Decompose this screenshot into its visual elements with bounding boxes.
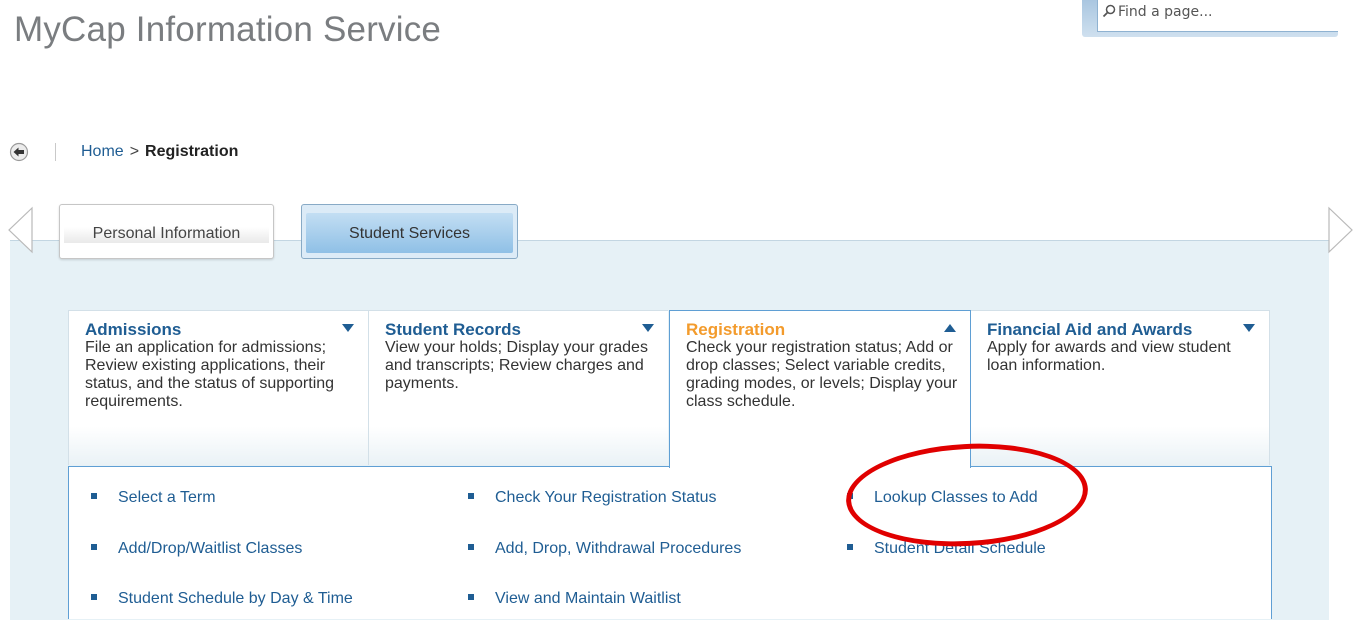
tab-personal-information[interactable]: Personal Information (59, 204, 274, 259)
category-description: File an application for admissions; Revi… (85, 339, 335, 410)
search-icon (1102, 4, 1116, 18)
category-title[interactable]: Financial Aid and Awards (987, 321, 1269, 339)
link-label: Check Your Registration Status (495, 489, 717, 506)
tab-label: Student Services (349, 225, 470, 242)
search-field-wrapper (1097, 0, 1338, 32)
link-label: Add, Drop, Withdrawal Procedures (495, 540, 742, 557)
caret-down-icon[interactable] (1243, 324, 1255, 332)
category-description: Check your registration status; Add or d… (686, 339, 958, 410)
link-label: Student Schedule by Day & Time (118, 590, 353, 607)
link-label: Select a Term (118, 489, 216, 506)
link-lookup-classes[interactable]: Lookup Classes to Add (847, 489, 1038, 507)
breadcrumb-home-link[interactable]: Home (81, 143, 124, 160)
back-arrow-icon[interactable] (9, 142, 29, 162)
category-admissions[interactable]: Admissions File an application for admis… (68, 310, 368, 465)
category-description: View your holds; Display your grades and… (385, 339, 648, 392)
page-title: MyCap Information Service (14, 10, 442, 49)
link-label: Lookup Classes to Add (874, 489, 1038, 506)
breadcrumb-divider (55, 143, 56, 161)
category-title[interactable]: Student Records (385, 321, 668, 339)
link-label: Add/Drop/Waitlist Classes (118, 540, 303, 557)
tab-student-services[interactable]: Student Services (301, 204, 518, 259)
bullet-icon (468, 593, 474, 600)
link-add-drop-waitlist[interactable]: Add/Drop/Waitlist Classes (91, 540, 302, 558)
registration-links-panel: Select a Term Check Your Registration St… (68, 466, 1272, 619)
link-student-detail-schedule[interactable]: Student Detail Schedule (847, 540, 1046, 558)
category-registration[interactable]: Registration Check your registration sta… (669, 310, 971, 468)
breadcrumb-separator: > (129, 143, 140, 160)
bullet-icon (91, 543, 97, 550)
link-check-registration-status[interactable]: Check Your Registration Status (468, 489, 716, 507)
bullet-icon (91, 492, 97, 499)
bullet-icon (847, 543, 853, 550)
category-financial-aid[interactable]: Financial Aid and Awards Apply for award… (970, 310, 1270, 465)
bullet-icon (468, 543, 474, 550)
link-label: View and Maintain Waitlist (495, 590, 681, 607)
breadcrumb: Home > Registration (81, 143, 238, 161)
tab-label: Personal Information (92, 225, 241, 242)
category-title[interactable]: Admissions (85, 321, 368, 339)
link-schedule-day-time[interactable]: Student Schedule by Day & Time (91, 590, 353, 608)
bullet-icon (468, 492, 474, 499)
link-label: Student Detail Schedule (874, 540, 1046, 557)
search-input[interactable] (1118, 1, 1328, 23)
caret-up-icon[interactable] (944, 324, 956, 332)
category-student-records[interactable]: Student Records View your holds; Display… (368, 310, 668, 465)
bullet-icon (91, 593, 97, 600)
category-description: Apply for awards and view student loan i… (987, 339, 1231, 374)
caret-down-icon[interactable] (342, 324, 354, 332)
breadcrumb-current: Registration (145, 143, 239, 160)
category-title[interactable]: Registration (686, 321, 970, 339)
bullet-icon (847, 492, 853, 499)
scroll-left-arrow-icon[interactable] (6, 206, 36, 254)
link-withdrawal-procedures[interactable]: Add, Drop, Withdrawal Procedures (468, 540, 741, 558)
scroll-right-arrow-icon[interactable] (1326, 206, 1356, 254)
search-box (1082, 0, 1338, 37)
link-maintain-waitlist[interactable]: View and Maintain Waitlist (468, 590, 681, 608)
caret-down-icon[interactable] (642, 324, 654, 332)
link-select-term[interactable]: Select a Term (91, 489, 216, 507)
